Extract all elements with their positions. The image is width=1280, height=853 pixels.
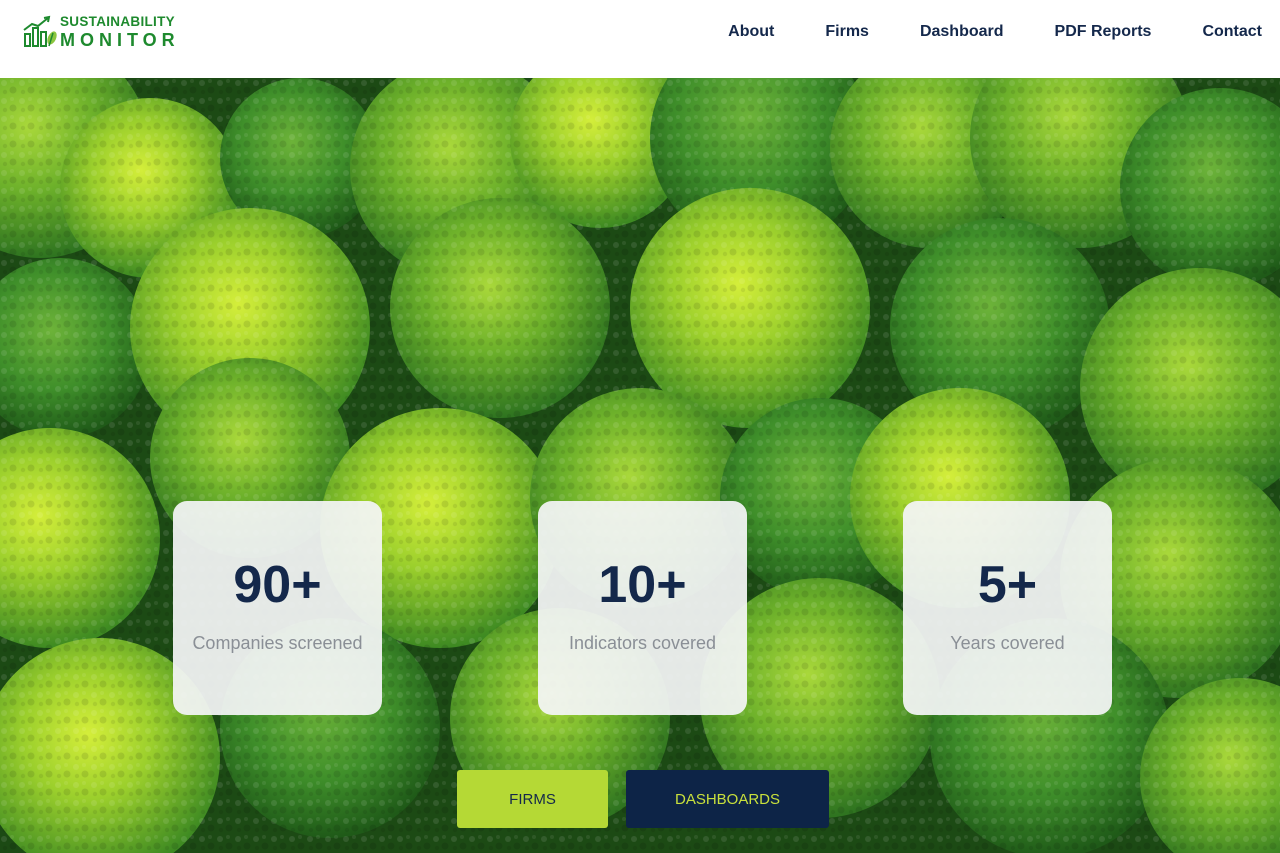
- stat-label: Indicators covered: [568, 633, 717, 653]
- nav-about[interactable]: About: [728, 22, 774, 42]
- brand-line-2: MONITOR: [60, 29, 180, 50]
- forest-canopy-background: [0, 78, 1280, 853]
- firms-button[interactable]: FIRMS: [457, 770, 608, 828]
- stat-value: 10+: [598, 556, 687, 614]
- dashboards-button[interactable]: DASHBOARDS: [626, 770, 829, 828]
- nav-pdf-reports[interactable]: PDF Reports: [1055, 22, 1152, 42]
- nav-firms[interactable]: Firms: [825, 22, 869, 42]
- nav-dashboard[interactable]: Dashboard: [920, 22, 1004, 42]
- nav-contact[interactable]: Contact: [1202, 22, 1262, 42]
- stat-card-years: 5+ Years covered: [903, 501, 1112, 715]
- site-header: SUSTAINABILITY MONITOR About Firms Dashb…: [0, 0, 1280, 78]
- stat-card-companies: 90+ Companies screened: [173, 501, 382, 715]
- stat-label: Years covered: [950, 633, 1065, 653]
- bar-chart-leaf-icon: [23, 15, 57, 47]
- hero-section: 90+ Companies screened 10+ Indicators co…: [0, 78, 1280, 853]
- stat-label: Companies screened: [192, 633, 363, 653]
- site-logo[interactable]: SUSTAINABILITY MONITOR: [22, 14, 180, 50]
- stat-value: 5+: [977, 556, 1038, 614]
- brand-line-1: SUSTAINABILITY: [60, 14, 175, 30]
- stat-value: 90+: [233, 556, 322, 614]
- main-nav: About Firms Dashboard PDF Reports Contac…: [728, 22, 1262, 42]
- stat-card-indicators: 10+ Indicators covered: [538, 501, 747, 715]
